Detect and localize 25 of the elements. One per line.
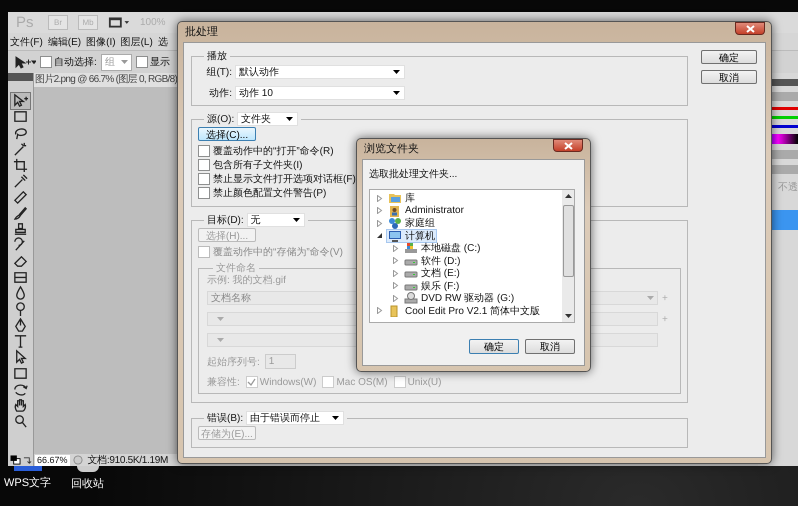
checkbox-label: 禁止显示文件打开选项对话框(F) [213,172,356,186]
checkbox-label: Windows(W) [260,376,316,388]
checkbox-label: 禁止颜色配置文件警告(P) [213,186,326,200]
auto-select-label: 自动选择: [54,56,97,69]
document-info: 文档:910.5K/1.19M [88,454,168,467]
action-label: 动作: [208,87,232,100]
checkbox-label: 覆盖动作中的“存储为”命令(V) [213,246,343,259]
checkbox-label: Mac OS(M) [336,376,388,388]
show-label: 显示 [150,56,170,69]
set-label: 组(T): [205,66,232,79]
window-title: 批处理 [185,25,218,40]
source-label: 源(O): [207,113,234,126]
group-title: 播放 [206,50,228,63]
example-text: 示例: 我的文档.gif [207,275,286,287]
opacity-label: 不透 [778,180,798,194]
serial-label: 起始序列号: [207,356,260,368]
errors-label: 错误(B): [207,412,244,425]
window-title: 浏览文件夹 [364,142,419,157]
checkbox-label: 覆盖动作中的“打开”命令(R) [213,144,334,158]
compatibility-label: 兼容性: [207,376,240,389]
checkbox-label: 包含所有子文件夹(I) [213,158,302,172]
group-title: 文件命名 [215,262,257,274]
checkbox-label: Unix(U) [408,376,442,388]
prompt-text: 选取批处理文件夹... [369,168,458,182]
destination-label: 目标(D): [207,214,244,227]
